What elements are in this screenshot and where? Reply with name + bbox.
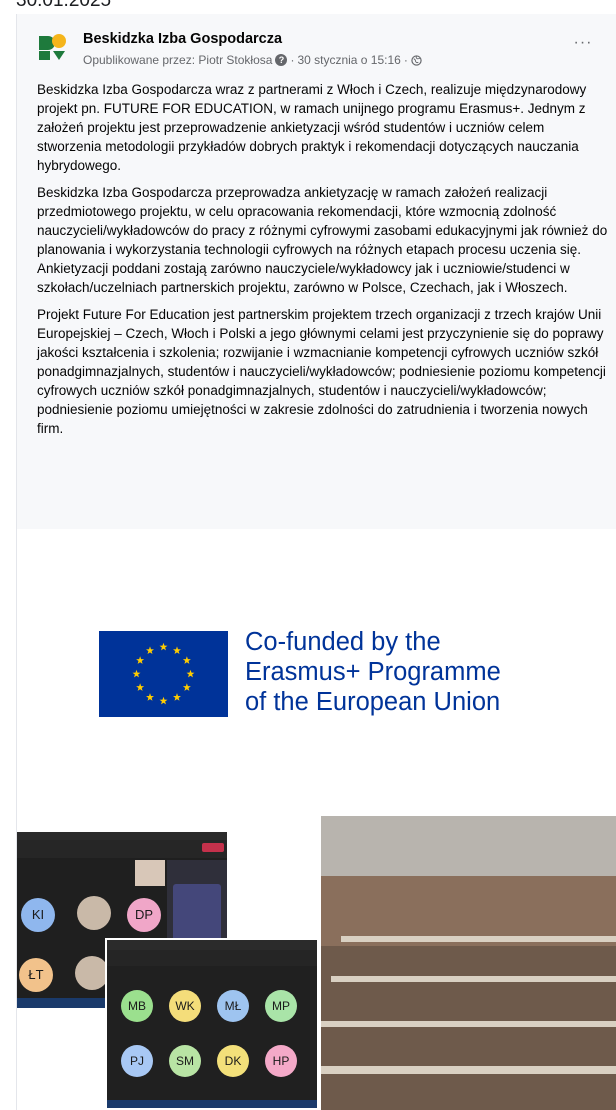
- eu-star-icon: [182, 683, 191, 691]
- participant-avatar: KI: [21, 898, 55, 932]
- eu-star-icon: [136, 656, 145, 664]
- eu-flag-icon: [99, 631, 228, 717]
- participant-video-tile: [135, 860, 165, 886]
- leave-call-icon: [202, 843, 224, 852]
- eu-stars-icon: [132, 642, 195, 705]
- eu-star-icon: [132, 669, 141, 678]
- post-body: Beskidzka Izba Gospodarcza wraz z partne…: [37, 80, 609, 446]
- desk-row: [331, 976, 616, 982]
- photo-gallery: KI DP ŁT MB WK MŁ MP PJ SM DK HP: [17, 814, 616, 1110]
- participant-avatar: DP: [127, 898, 161, 932]
- teams-title-bar: [107, 940, 317, 950]
- participant-avatar: DK: [217, 1045, 249, 1077]
- post-header: Beskidzka Izba Gospodarcza Opublikowane …: [17, 14, 616, 74]
- facebook-post: Beskidzka Izba Gospodarcza Opublikowane …: [16, 14, 616, 1110]
- post-paragraph-1: Beskidzka Izba Gospodarcza wraz z partne…: [37, 82, 587, 173]
- meta-separator: ·: [290, 53, 295, 67]
- organization-logo-icon[interactable]: [37, 32, 67, 62]
- eu-star-icon: [136, 683, 145, 691]
- desk-row: [321, 1021, 616, 1027]
- eu-star-icon: [173, 646, 181, 655]
- eu-star-icon: [159, 696, 168, 705]
- eu-cofunded-text: Co-funded by the Erasmus+ Programme of t…: [245, 627, 501, 717]
- date-strip: 30.01.2025: [0, 0, 616, 14]
- eu-star-icon: [159, 642, 168, 651]
- taskbar: [107, 1100, 317, 1108]
- published-by-text[interactable]: Opublikowane przez: Piotr Stokłosa: [83, 53, 272, 67]
- eu-star-icon: [173, 693, 181, 701]
- more-options-button[interactable]: ···: [569, 35, 597, 56]
- eu-text-line-3: of the European Union: [245, 688, 501, 716]
- participant-avatar: HP: [265, 1045, 297, 1077]
- post-paragraph-3: Projekt Future For Education jest partne…: [37, 307, 606, 436]
- date-text: 30.01.2025: [16, 0, 112, 11]
- eu-star-icon: [186, 669, 195, 678]
- participant-avatar: MB: [121, 990, 153, 1022]
- teams-toolbar: [107, 950, 317, 966]
- teams-toolbar: [17, 840, 227, 858]
- desk-row: [341, 936, 616, 942]
- globe-icon[interactable]: [411, 54, 422, 66]
- participant-avatar: WK: [169, 990, 201, 1022]
- author-name-link[interactable]: Beskidzka Izba Gospodarcza: [83, 31, 282, 47]
- eu-star-icon: [182, 656, 191, 664]
- meta-separator-2: ·: [403, 53, 408, 67]
- eu-star-icon: [146, 646, 154, 655]
- participant-avatar: ŁT: [19, 958, 53, 992]
- participant-photo-avatar: [77, 896, 111, 930]
- timestamp-link[interactable]: 30 stycznia o 15:16: [297, 53, 400, 67]
- participant-avatar: SM: [169, 1045, 201, 1077]
- participant-avatar: PJ: [121, 1045, 153, 1077]
- question-icon[interactable]: ?: [275, 54, 288, 66]
- eu-star-icon: [146, 693, 154, 701]
- participant-avatar: MŁ: [217, 990, 249, 1022]
- eu-cofunded-image[interactable]: Co-funded by the Erasmus+ Programme of t…: [17, 529, 616, 814]
- participant-photo-avatar: [75, 956, 109, 990]
- desk-row: [321, 1066, 616, 1074]
- eu-text-line-2: Erasmus+ Programme: [245, 658, 501, 686]
- participant-avatar: MP: [265, 990, 297, 1022]
- lecture-hall-photo[interactable]: [321, 816, 616, 1110]
- post-paragraph-2: Beskidzka Izba Gospodarcza przeprowadza …: [37, 185, 608, 295]
- front-rows: [321, 946, 616, 1110]
- post-meta: Opublikowane przez: Piotr Stokłosa ? · 3…: [83, 53, 422, 67]
- eu-text-line-1: Co-funded by the: [245, 628, 441, 656]
- teams-title-bar: [17, 832, 227, 840]
- teams-call-screenshot-2[interactable]: MB WK MŁ MP PJ SM DK HP: [105, 938, 319, 1110]
